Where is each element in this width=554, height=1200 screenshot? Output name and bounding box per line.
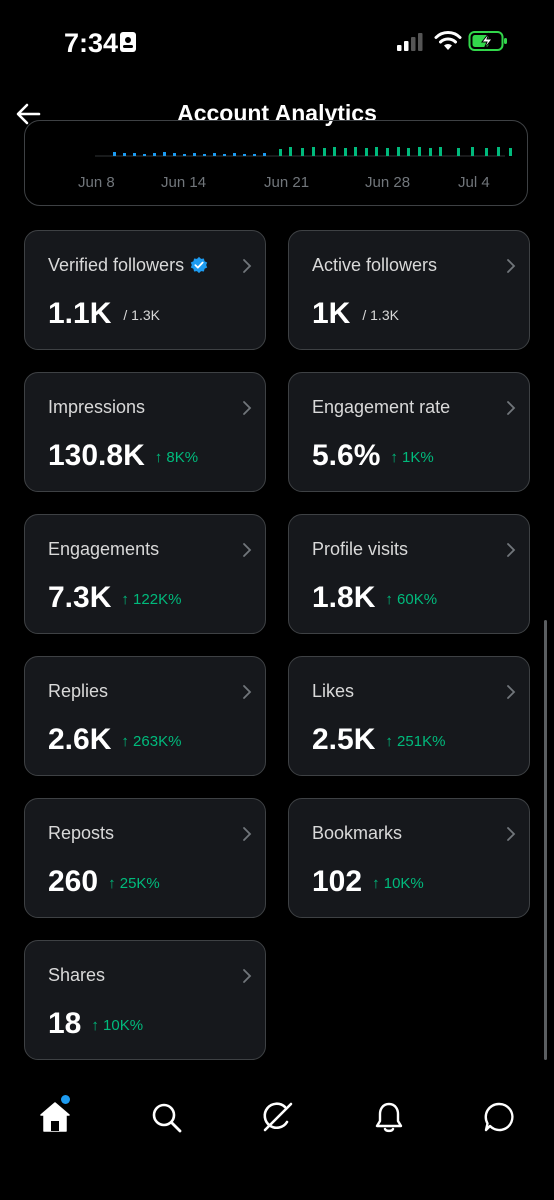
metric-value: 130.8K [48,439,145,472]
chart-x-tick: Jun 21 [264,174,310,191]
chart-x-tick: Jun 14 [161,174,207,191]
status-bar: 7:34 [0,0,554,80]
chevron-right-icon [507,827,516,841]
metric-card-impressions[interactable]: Impressions 130.8K ↑ 8K% [24,372,266,492]
metric-value-row: 2.6K ↑ 263K% [48,723,181,757]
grok-icon[interactable] [260,1100,294,1134]
metric-value-row: 260 ↑ 25K% [48,865,160,899]
home-icon[interactable] [38,1100,72,1134]
metric-delta: ↑ 263K% [121,732,182,750]
metric-delta: ↑ 122K% [121,590,182,608]
metric-value-row: 102 ↑ 10K% [312,865,424,899]
chart-bars-blue [113,152,266,156]
metric-value-row: 18 ↑ 10K% [48,1007,143,1041]
chevron-right-icon [243,543,252,557]
chevron-right-icon [243,259,252,273]
search-icon[interactable] [149,1100,183,1134]
chevron-right-icon [243,969,252,983]
chevron-right-icon [243,827,252,841]
metric-delta: ↑ 1K% [390,448,434,466]
metric-card-profile-visits[interactable]: Profile visits 1.8K ↑ 60K% [288,514,530,634]
metric-value: 1.1K [48,297,112,330]
metric-delta: ↑ 10K% [372,874,424,892]
notification-dot [61,1095,70,1104]
notifications-icon[interactable] [372,1100,406,1134]
wifi-icon [434,31,462,50]
metric-value-row: 7.3K ↑ 122K% [48,581,181,615]
chevron-right-icon [507,685,516,699]
metric-card-engagement-rate[interactable]: Engagement rate 5.6% ↑ 1K% [288,372,530,492]
metric-label-row: Verified followers [48,255,208,276]
verified-badge-icon [190,256,208,274]
metric-value: 7.3K [48,581,112,614]
metric-card-shares[interactable]: Shares 18 ↑ 10K% [24,940,266,1060]
metric-label: Engagements [48,539,160,559]
chevron-right-icon [243,401,252,415]
metric-label: Verified followers [48,255,185,275]
metric-value: 1K [312,297,351,330]
metric-value: 18 [48,1007,82,1040]
id-card-icon [120,32,136,52]
metric-label: Replies [48,681,109,701]
chevron-right-icon [507,543,516,557]
metric-label: Reposts [48,823,115,843]
metric-total: / 1.3K [362,307,399,324]
chart-x-tick: Jun 28 [365,174,411,191]
metric-value: 5.6% [312,439,381,472]
metric-delta: ↑ 60K% [385,590,438,608]
metric-value: 2.5K [312,723,376,756]
metric-delta: ↑ 10K% [91,1016,144,1034]
metric-value-row: 130.8K ↑ 8K% [48,439,198,473]
metric-label: Impressions [48,397,146,417]
follower-chart [95,147,512,157]
metric-card-verified-followers[interactable]: Verified followers 1.1K / 1.3K [24,230,266,350]
chevron-right-icon [507,259,516,273]
metric-delta: ↑ 25K% [108,874,160,892]
metric-delta: ↑ 251K% [385,732,446,750]
metric-value: 102 [312,865,363,898]
metric-card-active-followers[interactable]: Active followers 1K / 1.3K [288,230,530,350]
metric-value-row: 2.5K ↑ 251K% [312,723,445,757]
status-time: 7:34 [64,28,119,58]
metric-label: Engagement rate [312,397,451,417]
metric-label: Shares [48,965,106,985]
metric-label: Active followers [312,255,438,275]
chart-x-tick: Jun 8 [78,174,115,191]
battery-charging-icon [468,31,507,51]
metric-total: / 1.3K [123,307,160,324]
metric-card-likes[interactable]: Likes 2.5K ↑ 251K% [288,656,530,776]
cellular-signal-icon [397,33,423,51]
metric-card-reposts[interactable]: Reposts 260 ↑ 25K% [24,798,266,918]
metric-value-row: 5.6% ↑ 1K% [312,439,434,473]
scrollbar[interactable] [544,620,547,1060]
metric-label: Profile visits [312,539,409,559]
metric-value-row: 1.8K ↑ 60K% [312,581,437,615]
metric-value: 260 [48,865,99,898]
metric-card-replies[interactable]: Replies 2.6K ↑ 263K% [24,656,266,776]
chart-bars-green [279,147,512,156]
chart-x-tick: Jul 4 [458,174,490,191]
metric-value-row: 1K / 1.3K [312,297,399,331]
metric-label: Likes [312,681,355,701]
bottom-tab-bar [0,1080,554,1200]
metric-card-engagements[interactable]: Engagements 7.3K ↑ 122K% [24,514,266,634]
metric-card-bookmarks[interactable]: Bookmarks 102 ↑ 10K% [288,798,530,918]
messages-icon[interactable] [482,1100,516,1134]
metric-value-row: 1.1K / 1.3K [48,297,160,331]
metric-value: 1.8K [312,581,376,614]
metric-delta: ↑ 8K% [154,448,199,466]
metric-value: 2.6K [48,723,112,756]
metric-label: Bookmarks [312,823,403,843]
chart-card[interactable]: Jun 8 Jun 14 Jun 21 Jun 28 Jul 4 [24,120,528,206]
chevron-right-icon [243,685,252,699]
chevron-right-icon [507,401,516,415]
